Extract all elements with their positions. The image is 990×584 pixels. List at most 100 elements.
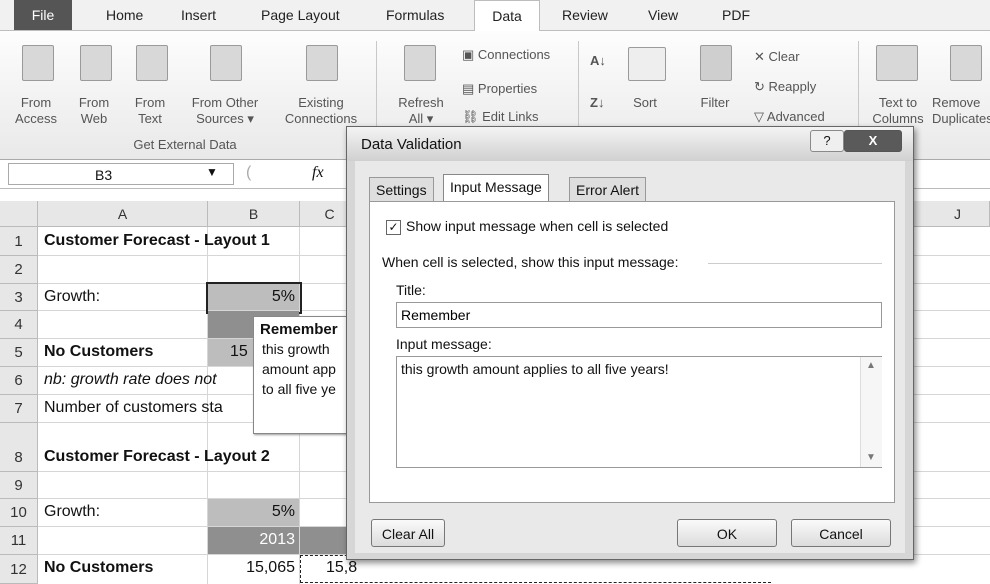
row-header-4[interactable]: 4 [0, 311, 38, 339]
text-to-columns-button[interactable]: Text to Columns [864, 95, 932, 127]
from-text-line1: From [134, 95, 166, 110]
from-web-button[interactable]: From Web [66, 95, 122, 127]
sort-descending-icon[interactable]: Z↓ [590, 95, 604, 111]
formula-cancel-icon[interactable]: ( [246, 164, 306, 184]
sort-button[interactable]: Sort [620, 95, 670, 111]
cell-b3[interactable]: 5% [208, 288, 295, 306]
column-header-b[interactable]: B [208, 201, 300, 227]
cell-a5[interactable]: No Customers [44, 343, 153, 361]
existing-connections-icon[interactable] [306, 45, 338, 81]
other-sources-icon[interactable] [210, 45, 242, 81]
access-database-icon[interactable] [22, 45, 54, 81]
tab-settings[interactable]: Settings [369, 177, 434, 201]
refresh-line1: Refresh [398, 95, 444, 110]
tab-view[interactable]: View [648, 0, 678, 30]
cell-a7[interactable]: Number of customers sta [44, 399, 252, 417]
title-input[interactable] [396, 302, 882, 328]
cell-b11[interactable]: 2013 [208, 531, 295, 549]
tab-page-layout[interactable]: Page Layout [261, 0, 340, 30]
help-button[interactable]: ? [810, 130, 844, 152]
cell-a12[interactable]: No Customers [44, 559, 153, 577]
web-page-icon[interactable] [80, 45, 112, 81]
row-header-10[interactable]: 10 [0, 499, 38, 527]
input-message-text: this growth amount applies to all five y… [401, 361, 669, 377]
ttc-line2: Columns [872, 111, 924, 126]
filter-funnel-icon[interactable] [700, 45, 732, 81]
function-icon[interactable]: fx [312, 164, 324, 182]
dialog-body: Settings Input Message Error Alert ✓ Sho… [355, 161, 905, 553]
show-message-checkbox[interactable]: ✓ [386, 220, 401, 235]
filter-button[interactable]: Filter [688, 95, 742, 111]
cell-b10[interactable]: 5% [208, 503, 295, 521]
edit-links-button[interactable]: ⛓ Edit Links [462, 109, 539, 125]
ok-button[interactable]: OK [677, 519, 777, 547]
show-message-label[interactable]: Show input message when cell is selected [406, 218, 668, 234]
input-message-textarea[interactable]: this growth amount applies to all five y… [396, 356, 882, 468]
reapply-button[interactable]: ↻ Reapply [754, 79, 816, 95]
clear-label: Clear [768, 49, 800, 64]
tab-data[interactable]: Data [474, 0, 540, 32]
clear-filter-button[interactable]: ✕ Clear [754, 49, 800, 65]
remove-duplicates-icon[interactable] [950, 45, 982, 81]
refresh-line2: All ▾ [408, 111, 434, 126]
row-header-2[interactable]: 2 [0, 256, 38, 284]
select-all-corner[interactable] [0, 201, 38, 227]
column-header-a[interactable]: A [38, 201, 208, 227]
properties-icon: ▤ [462, 81, 478, 96]
scroll-down-icon[interactable]: ▼ [866, 452, 876, 463]
tab-review[interactable]: Review [562, 0, 608, 30]
row-header-11[interactable]: 11 [0, 527, 38, 555]
ttc-line1: Text to [878, 95, 918, 110]
sort-ascending-icon[interactable]: A↓ [590, 53, 606, 69]
row-header-7[interactable]: 7 [0, 395, 38, 423]
edit-links-icon: ⛓ [462, 109, 483, 124]
refresh-icon[interactable] [404, 45, 436, 81]
tab-insert[interactable]: Insert [181, 0, 216, 30]
from-access-button[interactable]: From Access [6, 95, 66, 127]
row-header-12[interactable]: 12 [0, 555, 38, 584]
scroll-up-icon[interactable]: ▲ [866, 360, 876, 371]
text-to-columns-icon[interactable] [876, 45, 918, 81]
cell-a8[interactable]: Customer Forecast - Layout 2 [44, 448, 270, 466]
cell-a1[interactable]: Customer Forecast - Layout 1 [44, 232, 270, 250]
from-other-sources-button[interactable]: From Other Sources ▾ [180, 95, 270, 127]
sort-dialog-icon[interactable] [628, 47, 666, 81]
row-header-3[interactable]: 3 [0, 284, 38, 311]
tab-error-alert[interactable]: Error Alert [569, 177, 647, 201]
cell-a6[interactable]: nb: growth rate does not [44, 371, 252, 389]
row-header-9[interactable]: 9 [0, 472, 38, 499]
row-header-8[interactable]: 8 [0, 423, 38, 472]
existing-line2: Connections [284, 111, 358, 126]
input-message-label: Input message: [396, 336, 492, 352]
tab-home[interactable]: Home [106, 0, 143, 30]
cancel-button[interactable]: Cancel [791, 519, 891, 547]
tab-formulas[interactable]: Formulas [386, 0, 444, 30]
refresh-all-button[interactable]: Refresh All ▾ [392, 95, 450, 127]
name-box[interactable]: B3 [8, 163, 234, 185]
properties-button[interactable]: ▤ Properties [462, 81, 537, 97]
advanced-filter-button[interactable]: ▽ Advanced [754, 109, 825, 125]
tab-input-message[interactable]: Input Message [443, 174, 549, 202]
cell-c12[interactable]: 15,8 [326, 559, 357, 577]
edit-links-label: Edit Links [482, 109, 539, 124]
tab-file[interactable]: File [14, 0, 72, 30]
row-header-5[interactable]: 5 [0, 339, 38, 367]
existing-connections-button[interactable]: Existing Connections [284, 95, 358, 127]
text-file-icon[interactable] [136, 45, 168, 81]
tab-pdf[interactable]: PDF [722, 0, 750, 30]
textarea-scrollbar[interactable] [860, 357, 882, 467]
from-text-button[interactable]: From Text [122, 95, 178, 127]
row-header-6[interactable]: 6 [0, 367, 38, 395]
remove-duplicates-button[interactable]: Remove Duplicates [932, 95, 990, 127]
cell-a10[interactable]: Growth: [44, 503, 100, 521]
connections-button[interactable]: ▣ Connections [462, 47, 550, 63]
chevron-down-icon[interactable]: ▼ [206, 165, 218, 179]
row-header-1[interactable]: 1 [0, 227, 38, 256]
cell-a3[interactable]: Growth: [44, 288, 100, 306]
dialog-title-bar[interactable]: Data Validation ? X [347, 127, 913, 161]
from-access-line2: Access [15, 111, 57, 126]
input-message-panel: ✓ Show input message when cell is select… [369, 201, 895, 503]
close-button[interactable]: X [844, 130, 902, 152]
clear-all-button[interactable]: Clear All [371, 519, 445, 547]
cell-b12[interactable]: 15,065 [208, 559, 295, 577]
